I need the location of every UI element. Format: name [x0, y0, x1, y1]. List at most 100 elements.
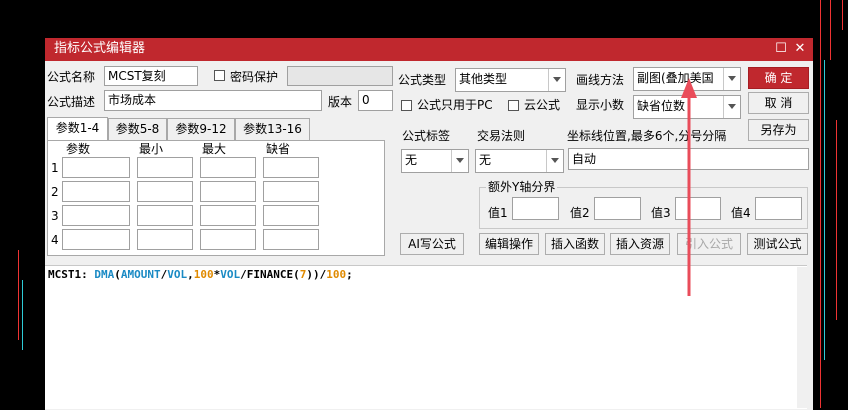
param-name-input[interactable]	[62, 157, 130, 178]
formula-desc-input[interactable]: 市场成本	[104, 90, 322, 111]
param-default-input[interactable]	[263, 205, 319, 226]
code-tokens: DMA(AMOUNT/VOL,100*VOL/FINANCE(7))/100;	[94, 268, 352, 281]
code-token: /FINANCE(	[240, 268, 300, 281]
param-name-input[interactable]	[62, 205, 130, 226]
axis-position-input[interactable]: 自动	[568, 148, 809, 170]
param-default-input[interactable]	[263, 157, 319, 178]
decimal-label: 显示小数	[576, 98, 625, 112]
chart-candle	[18, 250, 19, 340]
edit-ops-button[interactable]: 编辑操作	[479, 233, 539, 255]
code-token: DMA	[94, 268, 115, 281]
param-name-input[interactable]	[62, 229, 130, 250]
param-max-input[interactable]	[200, 157, 256, 178]
axis-position-label: 坐标线位置,最多6个,分号分隔	[567, 129, 727, 143]
title-bar[interactable]: 指标公式编辑器 ☐ ✕	[45, 38, 813, 61]
cancel-button[interactable]: 取 消	[748, 92, 809, 114]
code-token: ,	[187, 268, 194, 281]
param-default-input[interactable]	[263, 181, 319, 202]
decimal-select[interactable]: 缺省位数	[633, 95, 741, 119]
value2-input[interactable]	[594, 197, 641, 220]
maximize-icon[interactable]: ☐	[773, 40, 789, 58]
window-title: 指标公式编辑器	[54, 41, 146, 56]
pc-only-checkbox[interactable]	[401, 100, 412, 111]
param-min-input[interactable]	[137, 229, 193, 250]
test-formula-button[interactable]: 测试公式	[747, 233, 808, 255]
trade-rule-select[interactable]: 无	[475, 149, 564, 173]
code-token: AMOUNT	[120, 268, 161, 281]
type-label: 公式类型	[398, 73, 447, 87]
cloud-checkbox[interactable]	[508, 100, 519, 111]
version-label: 版本	[328, 95, 353, 109]
chart-candle	[820, 0, 821, 408]
password-input[interactable]	[287, 66, 393, 86]
formula-name-input[interactable]: MCST复刻	[104, 66, 198, 86]
draw-label: 画线方法	[576, 73, 625, 87]
param-row-number: 3	[51, 209, 59, 223]
formula-tag-select[interactable]: 无	[401, 149, 469, 173]
code-token: 100	[193, 268, 214, 281]
ok-button[interactable]: 确 定	[748, 67, 809, 89]
value4-label: 值4	[731, 206, 751, 220]
value1-input[interactable]	[512, 197, 559, 220]
formula-type-value: 其他类型	[459, 72, 508, 86]
value3-input[interactable]	[675, 197, 721, 220]
param-min-input[interactable]	[137, 205, 193, 226]
draw-method-value: 副图(叠加美国	[637, 71, 714, 85]
param-row-number: 1	[51, 161, 59, 175]
password-checkbox[interactable]	[214, 70, 225, 81]
formula-code-line[interactable]: MCST1: DMA(AMOUNT/VOL,100*VOL/FINANCE(7)…	[48, 268, 353, 282]
tab-params-9-12[interactable]: 参数9-12	[167, 118, 235, 140]
draw-method-select[interactable]: 副图(叠加美国	[633, 67, 741, 91]
desc-label: 公式描述	[47, 95, 96, 109]
param-max-input[interactable]	[200, 205, 256, 226]
insert-function-button[interactable]: 插入函数	[545, 233, 605, 255]
chart-candle	[830, 0, 831, 60]
decimal-value: 缺省位数	[637, 99, 686, 113]
close-icon[interactable]: ✕	[792, 40, 808, 58]
ai-write-button[interactable]: AI写公式	[400, 233, 464, 255]
param-header-name: 参数	[66, 142, 91, 156]
tab-params-1-4[interactable]: 参数1-4	[47, 117, 108, 141]
chart-candle	[22, 280, 23, 350]
vertical-scrollbar[interactable]	[797, 267, 808, 408]
formula-type-select[interactable]: 其他类型	[455, 68, 566, 92]
chevron-down-icon[interactable]	[723, 96, 740, 118]
formula-tag-label: 公式标签	[402, 129, 451, 143]
chart-candle	[842, 0, 843, 30]
param-name-input[interactable]	[62, 181, 130, 202]
code-token: 100	[326, 268, 347, 281]
code-token: VOL	[220, 268, 241, 281]
param-min-input[interactable]	[137, 157, 193, 178]
chevron-down-icon[interactable]	[451, 150, 468, 172]
value3-label: 值3	[651, 206, 671, 220]
param-default-input[interactable]	[263, 229, 319, 250]
save-as-button[interactable]: 另存为	[748, 119, 809, 141]
password-label: 密码保护	[230, 70, 279, 84]
insert-resource-button[interactable]: 插入资源	[610, 233, 670, 255]
value4-input[interactable]	[755, 197, 802, 220]
code-token: ))/	[306, 268, 327, 281]
formula-tag-value: 无	[405, 153, 418, 167]
param-max-input[interactable]	[200, 229, 256, 250]
tab-params-5-8[interactable]: 参数5-8	[108, 118, 167, 140]
value2-label: 值2	[570, 206, 590, 220]
param-row-number: 2	[51, 185, 59, 199]
trade-rule-label: 交易法则	[477, 129, 526, 143]
trade-rule-value: 无	[479, 153, 492, 167]
param-header-default: 缺省	[266, 142, 291, 156]
param-max-input[interactable]	[200, 181, 256, 202]
code-editor[interactable]	[45, 265, 807, 409]
chevron-down-icon[interactable]	[548, 69, 565, 91]
param-header-min: 最小	[139, 142, 164, 156]
param-min-input[interactable]	[137, 181, 193, 202]
code-output-name: MCST1:	[48, 268, 95, 281]
pc-only-label: 公式只用于PC	[417, 98, 493, 112]
chevron-down-icon[interactable]	[723, 68, 740, 90]
tab-params-13-16[interactable]: 参数13-16	[235, 118, 310, 140]
name-label: 公式名称	[47, 70, 96, 84]
value1-label: 值1	[488, 206, 508, 220]
version-input[interactable]: 0	[358, 90, 393, 111]
import-formula-button[interactable]: 引入公式	[677, 233, 741, 255]
param-row-number: 4	[51, 233, 59, 247]
chevron-down-icon[interactable]	[546, 150, 563, 172]
